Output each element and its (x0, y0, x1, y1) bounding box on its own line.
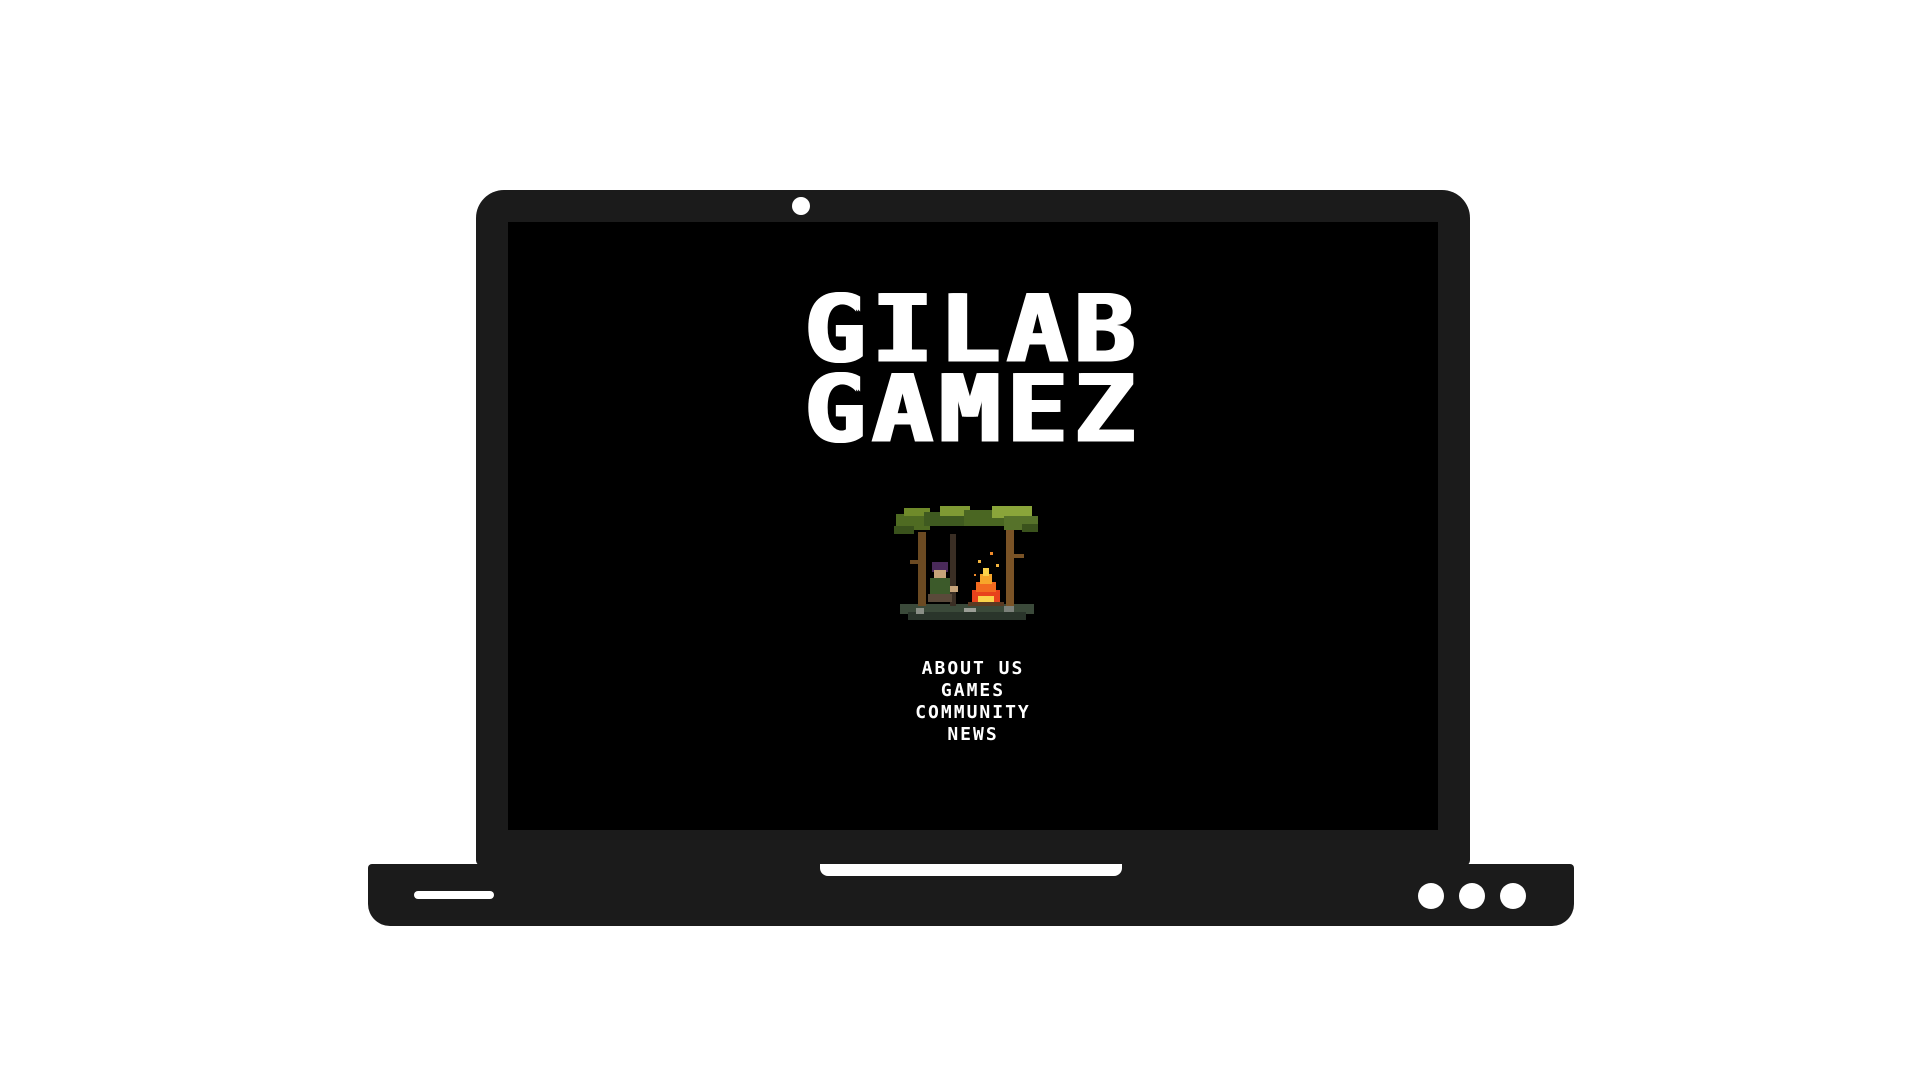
laptop-lid: GILAB GAMEZ ABOUT US GAMES COMMUNITY NEW… (476, 190, 1470, 866)
site-title-line-2: GAMEZ (804, 354, 1142, 465)
laptop-screen: GILAB GAMEZ ABOUT US GAMES COMMUNITY NEW… (508, 222, 1438, 830)
port-slot-icon (414, 891, 494, 899)
nav-item-news[interactable]: NEWS (508, 724, 1438, 746)
indicator-light-icon (1500, 883, 1526, 909)
nav-item-about-us[interactable]: ABOUT US (508, 658, 1438, 680)
laptop-base (368, 864, 1574, 926)
nav-item-games[interactable]: GAMES (508, 680, 1438, 702)
campfire-forest-icon (894, 506, 1038, 620)
hinge-notch (820, 864, 1122, 876)
main-nav: ABOUT US GAMES COMMUNITY NEWS (508, 658, 1438, 746)
nav-item-community[interactable]: COMMUNITY (508, 702, 1438, 724)
indicator-light-icon (1418, 883, 1444, 909)
indicator-light-icon (1459, 883, 1485, 909)
webcam-icon (792, 197, 810, 215)
